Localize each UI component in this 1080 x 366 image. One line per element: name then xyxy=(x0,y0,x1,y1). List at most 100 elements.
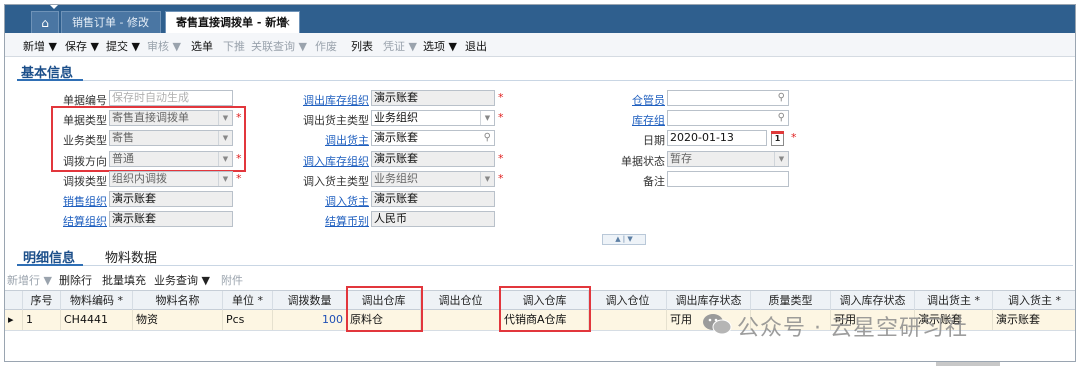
out-owner-type-value: 业务组织 xyxy=(374,111,418,124)
currency-label[interactable]: 结算币别 xyxy=(267,213,369,229)
status-value: 暂存 xyxy=(670,152,692,165)
in-owner-type-select[interactable]: 业务组织 ▼ xyxy=(371,171,495,187)
sale-org-input[interactable]: 演示账套 xyxy=(109,191,233,207)
collapse-toggle[interactable]: ▲ | ▼ xyxy=(602,234,646,245)
new-button[interactable]: 新增 ▼ xyxy=(23,38,57,54)
col-out-stock-status[interactable]: 调出库存状态 xyxy=(667,291,751,310)
void-button[interactable]: 作废 xyxy=(315,38,337,54)
tab-notch xyxy=(50,5,58,9)
search-icon[interactable]: ⚲ xyxy=(778,111,785,125)
out-owner-value: 演示账套 xyxy=(374,131,418,144)
required-mark: * xyxy=(236,172,242,185)
business-query-button[interactable]: 业务查询 ▼ xyxy=(154,272,210,288)
keeper-label[interactable]: 仓管员 xyxy=(585,92,665,108)
col-qty[interactable]: 调拨数量 xyxy=(273,291,347,310)
attachment-button[interactable]: 附件 xyxy=(221,272,243,288)
submit-button[interactable]: 提交 ▼ xyxy=(106,38,140,54)
watermark-text: 公众号 · 云星空研习社 xyxy=(737,316,968,341)
cell-material-code[interactable]: CH4441 xyxy=(61,310,133,330)
col-material-code[interactable]: 物料编码 * xyxy=(61,291,133,310)
save-button[interactable]: 保存 ▼ xyxy=(65,38,99,54)
delete-row-button[interactable]: 删除行 xyxy=(59,272,92,288)
cell-in-owner[interactable]: 演示账套 xyxy=(993,310,1075,330)
tab-sales-order[interactable]: 销售订单 - 修改 xyxy=(61,11,161,33)
tab-material-data[interactable]: 物料数据 xyxy=(105,247,157,266)
search-icon[interactable]: ⚲ xyxy=(778,91,785,105)
home-icon[interactable]: ⌂ xyxy=(31,11,59,33)
required-mark: * xyxy=(498,91,504,104)
highlight-box-doc-fields xyxy=(51,106,246,172)
status-label: 单据状态 xyxy=(621,155,665,168)
required-mark: * xyxy=(498,152,504,165)
wechat-icon xyxy=(703,314,732,335)
cell-in-location[interactable] xyxy=(589,310,667,330)
chevron-down-icon[interactable]: ▼ xyxy=(480,111,494,125)
in-stock-org-input[interactable]: 演示账套 xyxy=(371,151,495,167)
col-unit[interactable]: 单位 * xyxy=(223,291,273,310)
remark-input[interactable] xyxy=(667,171,789,187)
cell-unit[interactable]: Pcs xyxy=(223,310,273,330)
transfer-type-select[interactable]: 组织内调拨 ▼ xyxy=(109,171,233,187)
out-owner-type-select[interactable]: 业务组织 ▼ xyxy=(371,110,495,126)
in-owner-label[interactable]: 调入货主 xyxy=(267,193,369,209)
highlight-box-in-warehouse xyxy=(499,286,591,332)
currency-input[interactable]: 人民币 xyxy=(371,211,495,227)
col-out-owner[interactable]: 调出货主 * xyxy=(915,291,993,310)
in-owner-input[interactable]: 演示账套 xyxy=(371,191,495,207)
tab-consign-transfer[interactable]: 寄售直接调拨单 - 新增 × xyxy=(165,11,300,33)
chevron-down-icon[interactable]: ▼ xyxy=(774,152,788,166)
col-material-name[interactable]: 物料名称 xyxy=(133,291,223,310)
list-button[interactable]: 列表 xyxy=(351,38,373,54)
select-bill-button[interactable]: 选单 xyxy=(191,38,213,54)
exit-button[interactable]: 退出 xyxy=(465,38,487,54)
cell-out-location[interactable] xyxy=(421,310,501,330)
required-mark: * xyxy=(791,131,797,144)
in-owner-type-label: 调入货主类型 xyxy=(303,175,369,188)
horizontal-scrollbar[interactable] xyxy=(936,362,1000,366)
basic-info-underline xyxy=(17,79,83,81)
out-stock-org-label[interactable]: 调出库存组织 xyxy=(267,92,369,108)
add-row-button[interactable]: 新增行 ▼ xyxy=(7,272,52,288)
settle-org-input[interactable]: 演示账套 xyxy=(109,211,233,227)
push-down-button[interactable]: 下推 xyxy=(223,38,245,54)
date-input[interactable]: 2020-01-13 xyxy=(667,130,767,146)
status-select[interactable]: 暂存 ▼ xyxy=(667,151,789,167)
close-icon[interactable]: × xyxy=(282,12,291,34)
chevron-down-icon[interactable]: ▼ xyxy=(480,172,494,186)
transfer-type-label: 调拨类型 xyxy=(63,175,107,188)
out-owner-input[interactable]: 演示账套 ⚲ xyxy=(371,130,495,146)
remark-label: 备注 xyxy=(643,175,665,188)
stock-group-label[interactable]: 库存组 xyxy=(585,112,665,128)
stock-group-input[interactable]: ⚲ xyxy=(667,110,789,126)
audit-button[interactable]: 审核 ▼ xyxy=(147,38,181,54)
date-label: 日期 xyxy=(643,134,665,147)
section-divider xyxy=(83,80,1073,81)
col-out-location[interactable]: 调出仓位 xyxy=(421,291,501,310)
doc-no-input[interactable]: 保存时自动生成 xyxy=(109,90,233,106)
cell-material-name: 物资 xyxy=(133,310,223,330)
col-in-location[interactable]: 调入仓位 xyxy=(589,291,667,310)
calendar-icon[interactable]: 1 xyxy=(771,131,784,146)
cell-seq: 1 xyxy=(23,310,61,330)
col-marker xyxy=(5,291,23,310)
batch-fill-button[interactable]: 批量填充 xyxy=(102,272,146,288)
options-button[interactable]: 选项 ▼ xyxy=(423,38,457,54)
cell-qty[interactable]: 100 xyxy=(273,310,347,330)
col-seq[interactable]: 序号 xyxy=(23,291,61,310)
chevron-down-icon[interactable]: ▼ xyxy=(218,172,232,186)
voucher-button[interactable]: 凭证 ▼ xyxy=(383,38,417,54)
app-window: ⌂ 销售订单 - 修改 寄售直接调拨单 - 新增 × 新增 ▼ 保存 ▼ 提交 ▼… xyxy=(4,4,1076,362)
sale-org-label[interactable]: 销售组织 xyxy=(25,193,107,209)
col-in-owner[interactable]: 调入货主 * xyxy=(993,291,1075,310)
in-stock-org-label[interactable]: 调入库存组织 xyxy=(267,153,369,169)
settle-org-label[interactable]: 结算组织 xyxy=(25,213,107,229)
col-in-stock-status[interactable]: 调入库存状态 xyxy=(831,291,915,310)
search-icon[interactable]: ⚲ xyxy=(484,131,491,145)
out-stock-org-input[interactable]: 演示账套 xyxy=(371,90,495,106)
related-query-button[interactable]: 关联查询 ▼ xyxy=(251,38,307,54)
out-owner-label[interactable]: 调出货主 xyxy=(267,132,369,148)
out-owner-type-label: 调出货主类型 xyxy=(303,114,369,127)
keeper-input[interactable]: ⚲ xyxy=(667,90,789,106)
col-quality-type[interactable]: 质量类型 xyxy=(751,291,831,310)
toolbar: 新增 ▼ 保存 ▼ 提交 ▼ 审核 ▼ 选单 下推 关联查询 ▼ 作废 列表 凭… xyxy=(5,33,1075,57)
